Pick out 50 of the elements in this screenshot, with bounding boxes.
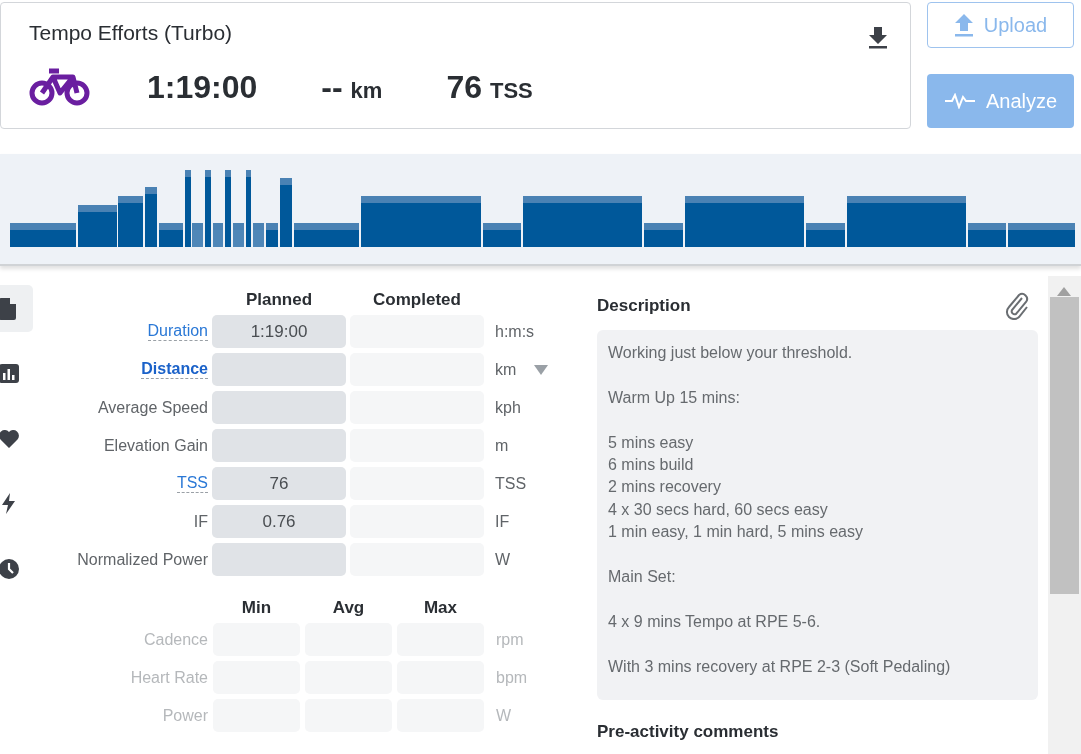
planned-field[interactable]: [212, 429, 346, 462]
unit-label: km: [495, 360, 517, 379]
paperclip-icon[interactable]: [1004, 292, 1030, 320]
unit-label: kph: [495, 398, 521, 417]
unit-label: IF: [495, 512, 510, 531]
column-header: Min: [240, 598, 273, 618]
unit-label: W: [495, 550, 511, 569]
column-header: Completed: [372, 290, 462, 310]
bike-icon: [29, 67, 91, 107]
field-label: Cadence: [143, 630, 208, 649]
stat-unit: km: [350, 77, 383, 104]
comments-heading: Pre-activity comments: [597, 722, 780, 742]
planned-field[interactable]: 1:19:00: [212, 315, 346, 348]
column-header: Avg: [331, 598, 366, 618]
pulse-icon: [943, 93, 976, 109]
workout-title: Tempo Efforts (Turbo): [29, 21, 233, 45]
unit-label: bpm: [496, 668, 528, 687]
stat-value: --: [321, 68, 343, 106]
planned-field[interactable]: [212, 353, 346, 386]
planned-field[interactable]: [212, 543, 346, 576]
document-tab[interactable]: [0, 285, 33, 332]
column-header: Planned: [244, 290, 314, 310]
unit-label: W: [496, 706, 512, 725]
field-label[interactable]: Duration: [147, 322, 208, 341]
unit-label: h:m:s: [495, 322, 535, 341]
field-label: IF: [193, 512, 208, 531]
planned-field[interactable]: 76: [212, 467, 346, 500]
column-header: Max: [422, 598, 459, 618]
scrollbar[interactable]: [1048, 276, 1081, 754]
field-label: Power: [162, 706, 208, 725]
stat-unit: TSS: [490, 77, 533, 104]
planned-field[interactable]: 0.76: [212, 505, 346, 538]
field-label: Heart Rate: [130, 668, 208, 687]
unit-label: m: [495, 436, 509, 455]
stat-value: 76: [446, 68, 482, 106]
unit-label: rpm: [496, 630, 524, 649]
field-label[interactable]: Distance: [141, 360, 208, 379]
scrollbar-thumb[interactable]: [1050, 297, 1079, 594]
field-label[interactable]: TSS: [176, 474, 208, 493]
field-label: Average Speed: [98, 398, 208, 417]
download-icon[interactable]: [868, 25, 888, 49]
field-label: Normalized Power: [77, 550, 208, 569]
description-field[interactable]: Working just below your threshold. Warm Up 15 mins: 5 mins easy 6 mins build 2 mins recovery 4 x 30 secs hard, 60 secs easy 1 min easy, 1 min hard, 5 mins easy Main Set: 4 x 9 mins Tempo at RPE 5-6. With 3 mins recovery at RPE 2-3 (Soft Pedaling): [597, 330, 1038, 700]
planned-field[interactable]: [212, 391, 346, 424]
dropdown-caret-icon[interactable]: [534, 364, 549, 375]
description-heading: Description: [597, 296, 691, 316]
field-label: Elevation Gain: [103, 436, 208, 455]
unit-label: TSS: [495, 474, 527, 493]
upload-icon: [953, 13, 974, 37]
stat-value: 1:19:00: [147, 68, 258, 106]
